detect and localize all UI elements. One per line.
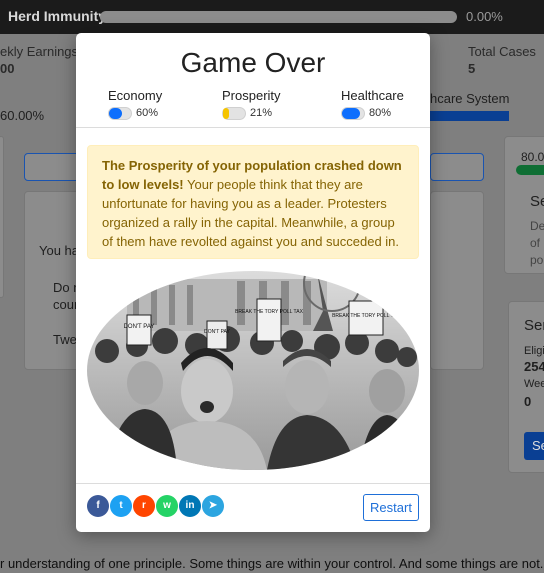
metric-prosperity-value: 21% xyxy=(250,107,273,119)
metric-economy-value: 60% xyxy=(136,107,159,119)
reddit-icon: r xyxy=(142,500,146,511)
right-card-progress xyxy=(516,165,544,175)
telegram-share-button[interactable]: ➤ xyxy=(202,495,224,517)
metric-prosperity: Prosperity 21% xyxy=(222,88,312,123)
twitter-icon: t xyxy=(119,500,123,511)
herd-immunity-progress xyxy=(100,11,457,23)
card-text-could: cour xyxy=(53,297,79,312)
prosperity-meter xyxy=(222,107,246,120)
restart-button[interactable]: Restart xyxy=(363,494,419,521)
metric-economy: Economy 60% xyxy=(108,88,198,123)
right-lower-value-2: 0 xyxy=(524,394,532,409)
top-bar: Herd Immunity 0.00% xyxy=(0,0,544,34)
total-cases-label: Total Cases xyxy=(468,44,536,59)
right-lower-label-2: Wee xyxy=(524,378,544,390)
healthcare-system-label: hcare System xyxy=(430,91,510,106)
left-card-edge xyxy=(0,136,4,298)
right-card-value: 80.0 xyxy=(521,150,544,164)
right-lower-heading: Ser xyxy=(524,317,544,334)
metric-healthcare-value: 80% xyxy=(369,107,392,119)
healthcare-meter-fill xyxy=(342,108,360,119)
weekly-earnings-label: ekly Earnings xyxy=(0,44,79,59)
right-lower-button-label: Se xyxy=(532,438,544,453)
right-card-heading: Se xyxy=(530,193,544,210)
healthcare-meter xyxy=(341,107,365,120)
protest-sign-2: BREAK THE TORY POLL TAX xyxy=(235,309,303,315)
economy-percent-bg: 60.00% xyxy=(0,108,45,123)
facebook-icon: f xyxy=(96,500,100,511)
right-card-text-3: po xyxy=(530,253,544,267)
whatsapp-share-button[interactable]: w xyxy=(156,495,178,517)
facebook-share-button[interactable]: f xyxy=(87,495,109,517)
right-lower-button[interactable]: Se xyxy=(524,432,544,460)
modal-divider-bottom xyxy=(76,483,430,484)
right-lower-value-1: 254 xyxy=(524,359,544,374)
modal-divider-top xyxy=(76,127,430,128)
whatsapp-icon: w xyxy=(163,500,171,511)
twitter-share-button[interactable]: t xyxy=(110,495,132,517)
metric-economy-label: Economy xyxy=(108,88,163,103)
linkedin-share-button[interactable]: in xyxy=(179,495,201,517)
protest-photo-illustration: DON'T PAY BREAK THE TORY POLL TAX DON'T … xyxy=(87,271,419,470)
modal-title: Game Over xyxy=(180,47,326,78)
metrics-row: Economy 60% Prosperity 21% Healthcare 80… xyxy=(76,88,430,126)
weekly-earnings-stat: ekly Earnings 00 xyxy=(0,44,78,76)
protest-sign-1: DON'T PAY xyxy=(124,324,155,330)
economy-meter-fill xyxy=(109,108,123,119)
linkedin-icon: in xyxy=(185,500,195,511)
prosperity-meter-fill xyxy=(223,108,229,119)
protest-photo: DON'T PAY BREAK THE TORY POLL TAX DON'T … xyxy=(87,271,419,470)
right-card-text-2: of xyxy=(530,236,541,250)
protest-sign-4: BREAK THE TORY POLL TAX xyxy=(332,313,400,319)
herd-immunity-percent: 0.00% xyxy=(466,9,503,24)
healthcare-progress-bg xyxy=(424,111,509,121)
reddit-share-button[interactable]: r xyxy=(133,495,155,517)
metric-prosperity-label: Prosperity xyxy=(222,88,281,103)
game-over-alert: The Prosperity of your population crashe… xyxy=(87,145,419,259)
herd-immunity-label: Herd Immunity xyxy=(8,8,107,24)
right-inner-card xyxy=(430,191,484,370)
weekly-earnings-value: 00 xyxy=(0,61,15,76)
total-cases-value: 5 xyxy=(468,61,476,76)
total-cases-stat: Total Cases 5 xyxy=(468,44,536,76)
telegram-icon: ➤ xyxy=(208,500,218,511)
metric-healthcare: Healthcare 80% xyxy=(341,88,431,123)
metric-healthcare-label: Healthcare xyxy=(341,88,404,103)
economy-meter xyxy=(108,107,132,120)
right-lower-label-1: Eligi xyxy=(524,345,544,357)
right-card-text-1: De xyxy=(530,219,544,233)
right-outline-button[interactable] xyxy=(430,153,484,181)
game-over-modal: Game Over Economy 60% Prosperity 21% Hea… xyxy=(76,33,430,532)
protest-sign-3: DON'T PAY xyxy=(204,329,230,335)
footer-quote: r understanding of one principle. Some t… xyxy=(0,556,544,571)
